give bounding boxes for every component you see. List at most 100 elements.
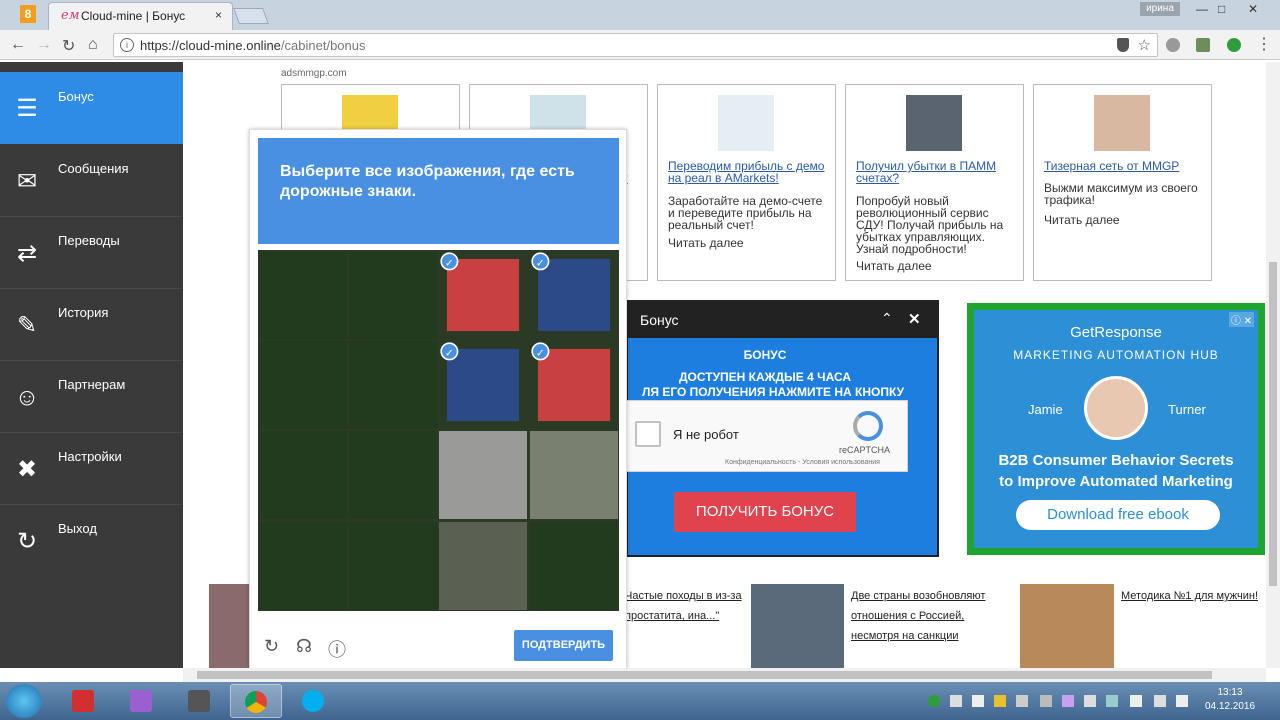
scrollbar-thumb[interactable]	[197, 671, 1212, 679]
tray-icon[interactable]	[1176, 695, 1188, 707]
sidebar-item-history[interactable]: ✎ История	[0, 289, 183, 361]
sidebar-item-messages[interactable]: ✉ Сообщения	[0, 145, 183, 217]
tray-icon[interactable]	[1062, 695, 1074, 707]
tray-network-icon[interactable]	[1106, 695, 1118, 707]
get-bonus-button[interactable]: ПОЛУЧИТЬ БОНУС	[674, 492, 856, 532]
teaser-image[interactable]	[718, 95, 774, 151]
audio-icon[interactable]: ☊	[296, 636, 312, 657]
close-icon[interactable]: ✕	[908, 310, 921, 328]
taskbar-scanner-icon[interactable]	[174, 684, 226, 718]
tab-close-icon[interactable]: ×	[215, 8, 222, 22]
ad-source[interactable]: adsmmgp.com	[281, 68, 347, 79]
address-bar[interactable]: i https://cloud-mine.online/cabinet/bonu…	[113, 33, 1158, 57]
captcha-tile[interactable]	[349, 522, 437, 610]
bookmark-star-icon[interactable]: ☆	[1138, 36, 1151, 54]
sidebar-item-logout[interactable]: ↻ Выход	[0, 505, 183, 577]
taskbar-clock[interactable]: 13:13 04.12.2016	[1200, 686, 1260, 714]
captcha-tile[interactable]	[439, 431, 527, 519]
close-window-button[interactable]: ✕	[1248, 2, 1258, 16]
teaser-title[interactable]: Получил убытки в ПАММ счетах?	[856, 160, 1018, 184]
download-ebook-button[interactable]: Download free ebook	[1016, 500, 1220, 530]
teaser-read-more[interactable]: Читать далее	[668, 236, 744, 250]
sidebar-item-partners[interactable]: ☺ Партнерам	[0, 361, 183, 433]
home-icon[interactable]: ⌂	[88, 36, 98, 54]
vertical-scrollbar[interactable]	[1266, 62, 1280, 668]
captcha-tile[interactable]	[439, 522, 527, 610]
captcha-tile[interactable]	[349, 251, 437, 339]
captcha-tile[interactable]	[349, 431, 437, 519]
news-image[interactable]	[209, 584, 249, 668]
tray-volume-icon[interactable]	[1154, 695, 1166, 707]
tray-icon[interactable]	[994, 695, 1006, 707]
captcha-tile-selected[interactable]: ✓	[440, 252, 520, 332]
reload-icon[interactable]: ↻	[264, 636, 279, 657]
reload-icon[interactable]: ↻	[62, 36, 75, 56]
captcha-tile[interactable]	[259, 251, 347, 339]
banner-ad-inner[interactable]: ⓘ ✕ GetResponse MARKETING AUTOMATION HUB…	[974, 310, 1258, 548]
extension-icon[interactable]	[1196, 38, 1210, 52]
captcha-tile-selected[interactable]: ✓	[531, 252, 611, 332]
tray-icon[interactable]	[950, 695, 962, 707]
taskbar-poker-icon[interactable]	[58, 684, 110, 718]
teaser-card[interactable]: Переводим прибыль с демо на реал в AMark…	[657, 84, 836, 281]
forward-arrow-icon[interactable]: →	[36, 36, 52, 54]
extension-icon[interactable]	[1166, 38, 1180, 52]
taskbar-skype-icon[interactable]	[288, 684, 340, 718]
info-icon[interactable]: ⓘ	[328, 636, 346, 662]
shield-icon[interactable]	[1117, 38, 1129, 52]
url-text: https://cloud-mine.online/cabinet/bonus	[140, 38, 366, 53]
captcha-tile[interactable]	[530, 431, 618, 519]
tray-icon[interactable]	[1040, 695, 1052, 707]
sidebar-item-bonus[interactable]: ☰ Бонус	[0, 72, 183, 144]
confirm-button[interactable]: ПОДТВЕРДИТЬ	[514, 630, 613, 661]
tray-icon[interactable]	[1016, 695, 1028, 707]
tray-flag-icon[interactable]	[972, 695, 984, 707]
new-tab-button[interactable]	[233, 8, 269, 24]
sidebar-item-transfers[interactable]: ⇄ Переводы	[0, 217, 183, 289]
user-badge[interactable]: ирина	[1140, 2, 1180, 16]
recaptcha-terms[interactable]: Конфиденциальность - Условия использован…	[725, 459, 880, 466]
tray-status-icon[interactable]	[928, 695, 940, 707]
sidebar-item-settings[interactable]: ✖ Настройки	[0, 433, 183, 505]
horizontal-scrollbar[interactable]	[183, 668, 1266, 682]
minimize-button[interactable]: —	[1196, 2, 1208, 16]
taskbar-feather-icon[interactable]	[116, 684, 168, 718]
captcha-tile[interactable]	[530, 522, 618, 610]
site-info-icon[interactable]: i	[120, 38, 134, 52]
captcha-tile-selected[interactable]: ✓	[440, 342, 520, 422]
sidebar-item-label: Бонус	[58, 89, 94, 104]
tray-icon[interactable]	[1084, 695, 1096, 707]
tab-cloud-mine[interactable]: ем Cloud-mine | Бонус ×	[48, 2, 233, 30]
captcha-tile[interactable]	[349, 341, 437, 429]
teaser-image[interactable]	[1094, 95, 1150, 151]
news-link[interactable]: Методика №1 для мужчин!	[1121, 586, 1261, 606]
back-arrow-icon[interactable]: ←	[10, 36, 26, 54]
news-image[interactable]	[751, 584, 844, 668]
teaser-read-more[interactable]: Читать далее	[856, 259, 932, 273]
teaser-card[interactable]: Получил убытки в ПАММ счетах? Попробуй н…	[845, 84, 1024, 281]
extension-icon[interactable]	[1227, 38, 1241, 52]
tray-icon[interactable]	[1130, 695, 1142, 707]
teaser-title[interactable]: Тизерная сеть от MMGP	[1044, 160, 1206, 172]
start-button[interactable]	[6, 684, 42, 718]
banner-ad[interactable]: ⓘ ✕ GetResponse MARKETING AUTOMATION HUB…	[967, 303, 1265, 555]
scrollbar-thumb[interactable]	[1269, 262, 1277, 586]
captcha-tile-selected[interactable]: ✓	[531, 342, 611, 422]
profile-icon[interactable]: 8	[20, 5, 36, 23]
captcha-tile[interactable]	[259, 522, 347, 610]
news-image[interactable]	[1020, 584, 1114, 668]
teaser-title[interactable]: Переводим прибыль с демо на реал в AMark…	[668, 160, 830, 184]
recaptcha-checkbox[interactable]	[635, 421, 661, 447]
menu-icon[interactable]: ⋮	[1256, 34, 1272, 54]
news-link[interactable]: Частые походы в из-за простатита, ина...…	[625, 586, 745, 626]
teaser-card[interactable]: Тизерная сеть от MMGP Выжми максимум из …	[1033, 84, 1212, 281]
captcha-tile[interactable]	[259, 431, 347, 519]
teaser-read-more[interactable]: Читать далее	[1044, 213, 1120, 227]
news-link[interactable]: Две страны возобновляют отношения с Росс…	[851, 586, 991, 646]
teaser-image[interactable]	[906, 95, 962, 151]
captcha-tile[interactable]	[259, 341, 347, 429]
people-icon: ☺	[14, 384, 40, 411]
collapse-icon[interactable]: ⌃	[881, 310, 893, 327]
taskbar-chrome-icon[interactable]	[230, 684, 282, 718]
maximize-button[interactable]: □	[1218, 2, 1225, 16]
